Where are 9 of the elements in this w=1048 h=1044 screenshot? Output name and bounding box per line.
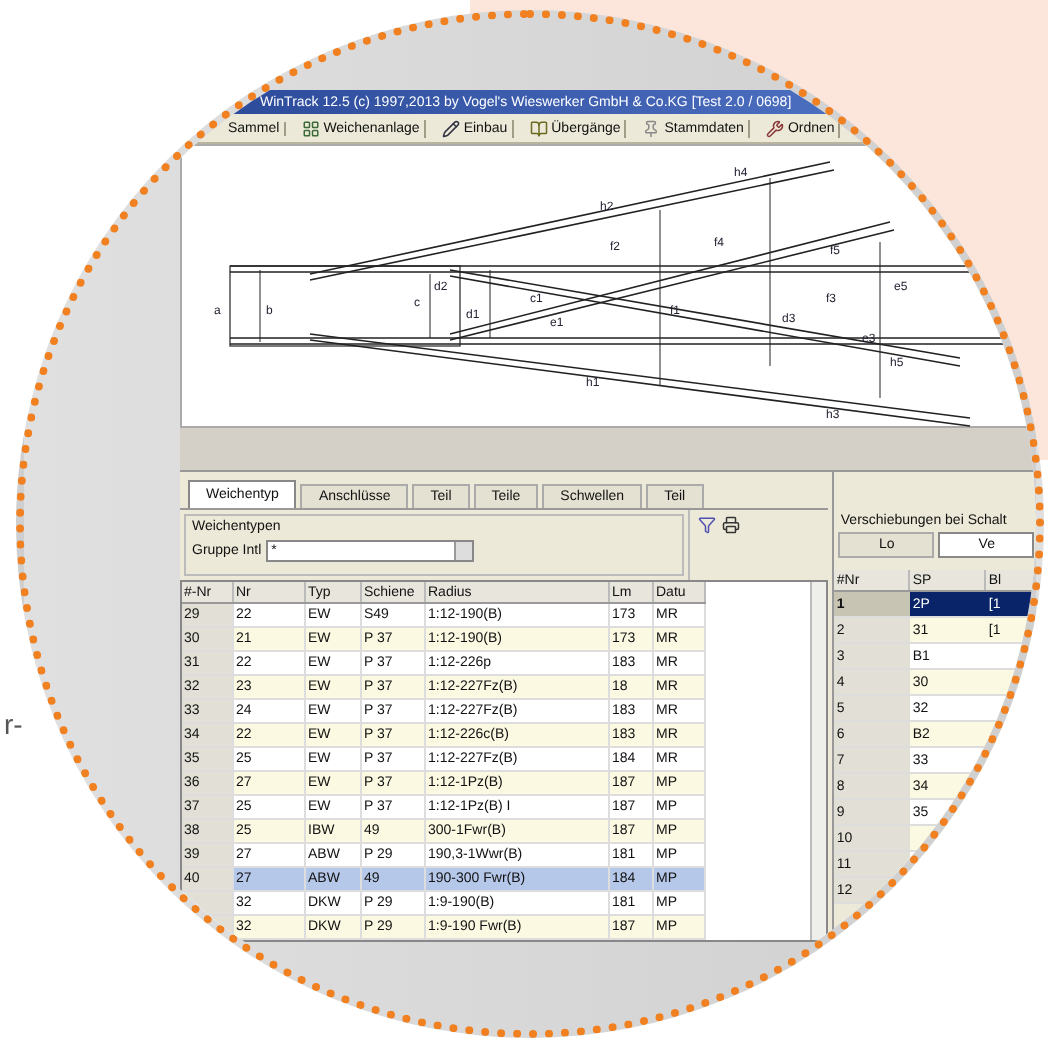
grid-icon [301, 119, 320, 137]
page-text: r- [4, 706, 23, 744]
printer-icon[interactable] [722, 516, 741, 534]
filter-icon[interactable] [698, 516, 717, 534]
wrench-icon [765, 119, 784, 137]
pin-icon [642, 119, 661, 137]
scrollbar[interactable] [810, 582, 827, 940]
book-icon [529, 119, 548, 137]
pencil-icon [441, 119, 460, 137]
